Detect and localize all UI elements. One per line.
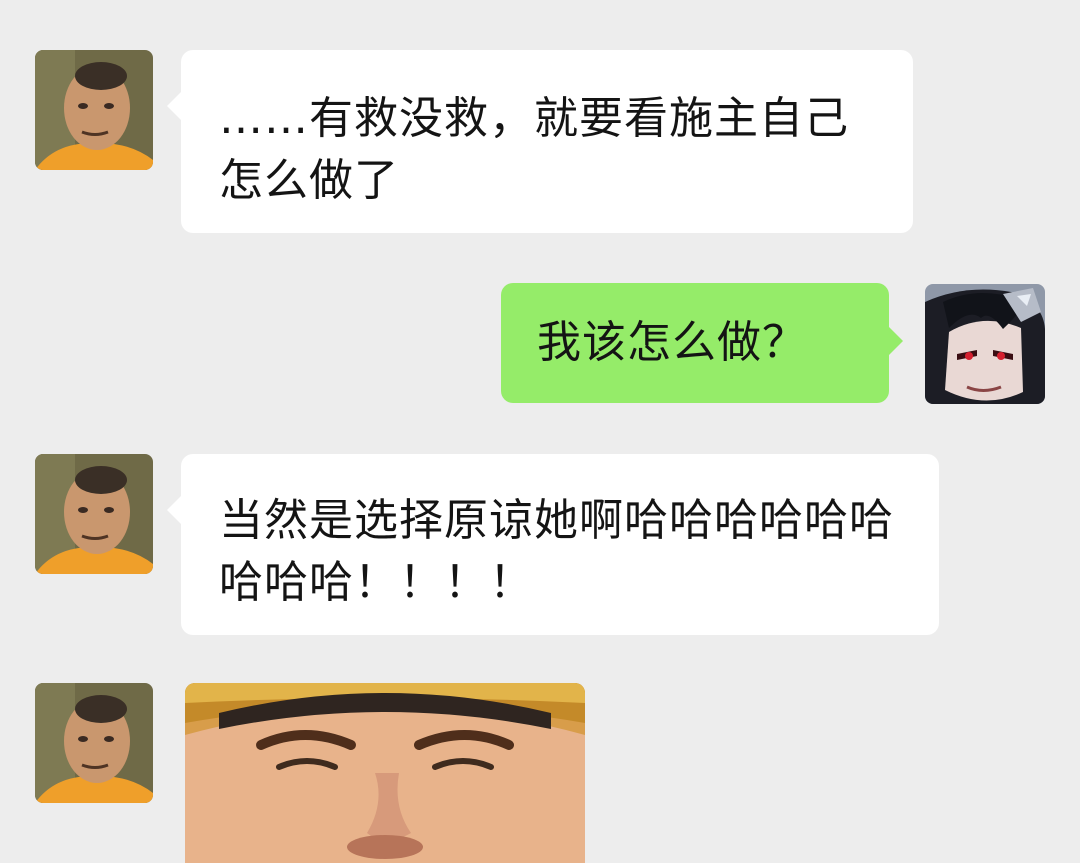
laughing-face-sticker[interactable] [185,683,585,863]
monk-avatar[interactable] [35,454,153,574]
chat-message-list: ……有救没救，就要看施主自己怎么做了 我该怎么做？ 当然是选择原谅她啊哈哈哈哈哈… [0,0,1080,863]
message-text: 我该怎么做？ [537,317,807,368]
message-bubble-incoming[interactable]: ……有救没救，就要看施主自己怎么做了 [167,50,913,233]
message-text: ……有救没救，就要看施主自己怎么做了 [219,93,849,206]
anime-avatar[interactable] [925,284,1045,404]
monk-avatar[interactable] [35,683,153,803]
message-bubble-incoming[interactable]: 当然是选择原谅她啊哈哈哈哈哈哈哈哈哈！！！！ [167,454,939,635]
message-text: 当然是选择原谅她啊哈哈哈哈哈哈哈哈哈！！！！ [219,495,894,608]
monk-avatar[interactable] [35,50,153,170]
message-bubble-outgoing[interactable]: 我该怎么做？ [501,283,903,403]
